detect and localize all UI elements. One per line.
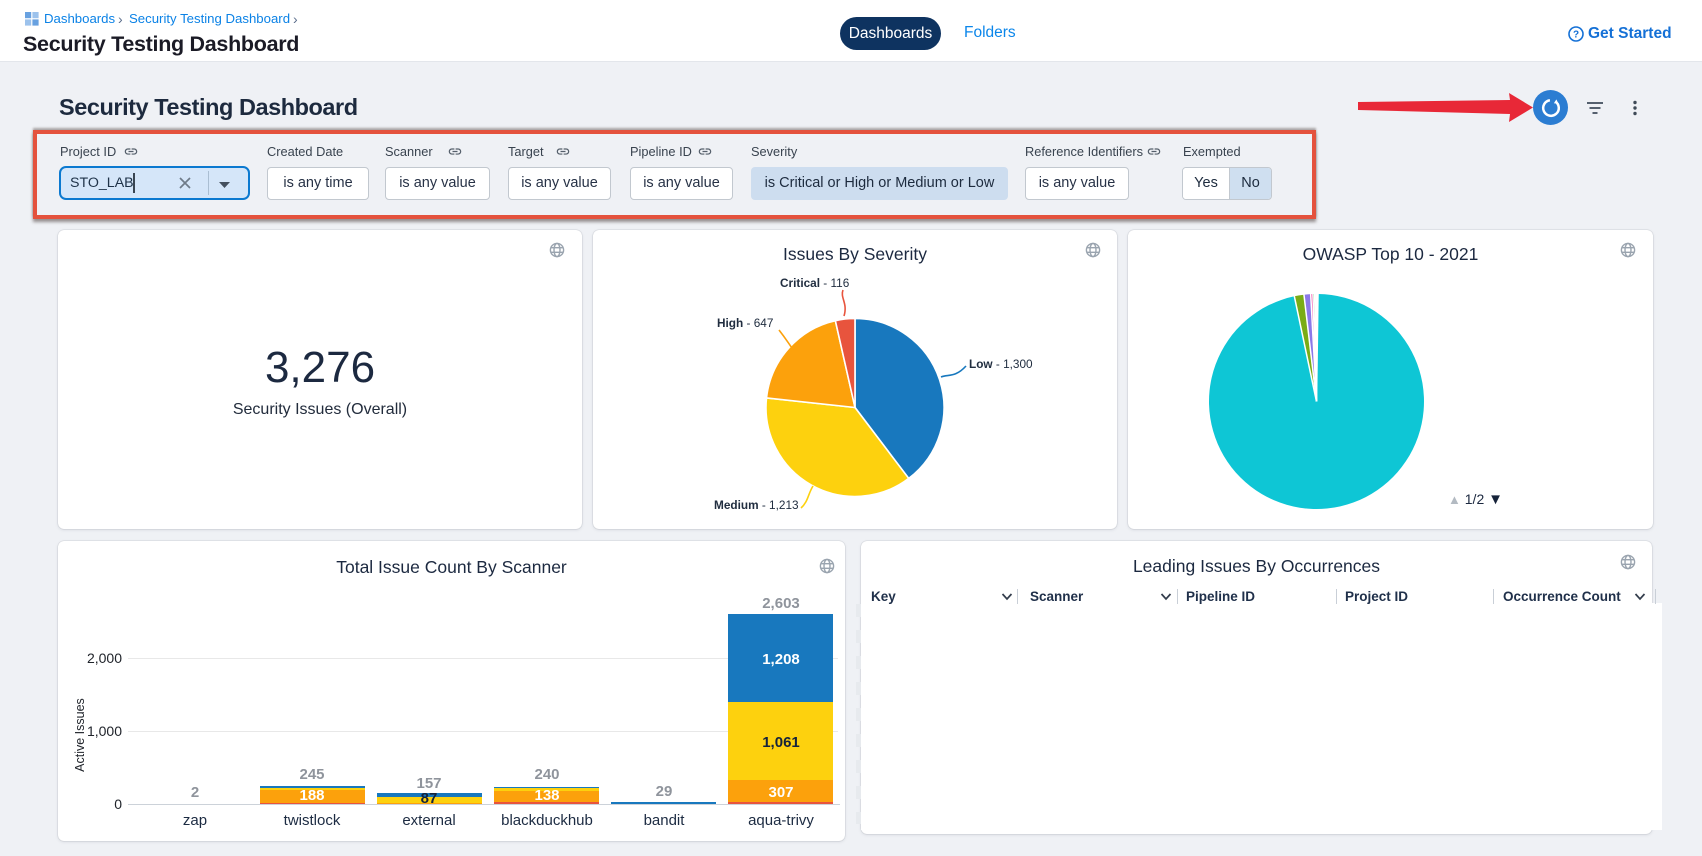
svg-text:?: ? [1573,29,1579,40]
